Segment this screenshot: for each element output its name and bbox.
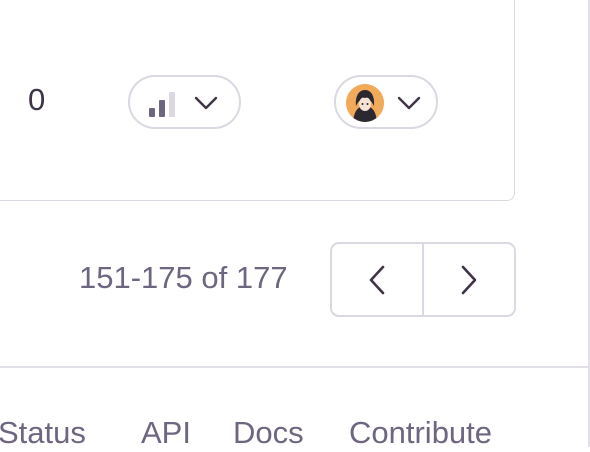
footer-divider <box>0 366 588 368</box>
previous-page-button[interactable] <box>332 244 424 315</box>
footer-link-api[interactable]: API <box>141 414 191 452</box>
next-page-button[interactable] <box>424 244 514 315</box>
chevron-left-icon <box>369 265 385 294</box>
priority-dropdown[interactable] <box>128 75 241 129</box>
chevron-down-icon <box>194 96 218 110</box>
footer-link-docs[interactable]: Docs <box>233 414 304 452</box>
event-count: 0 <box>28 82 46 117</box>
chevron-right-icon <box>461 265 477 294</box>
footer-link-contribute[interactable]: Contribute <box>349 414 492 452</box>
priority-bars-icon <box>149 89 179 117</box>
pagination-controls <box>330 242 516 317</box>
chevron-down-icon <box>397 96 421 110</box>
avatar <box>346 84 384 122</box>
footer-link-status[interactable]: Status <box>0 414 86 452</box>
assignee-dropdown[interactable] <box>334 75 438 129</box>
pagination-range: 151-175 of 177 <box>79 260 288 295</box>
